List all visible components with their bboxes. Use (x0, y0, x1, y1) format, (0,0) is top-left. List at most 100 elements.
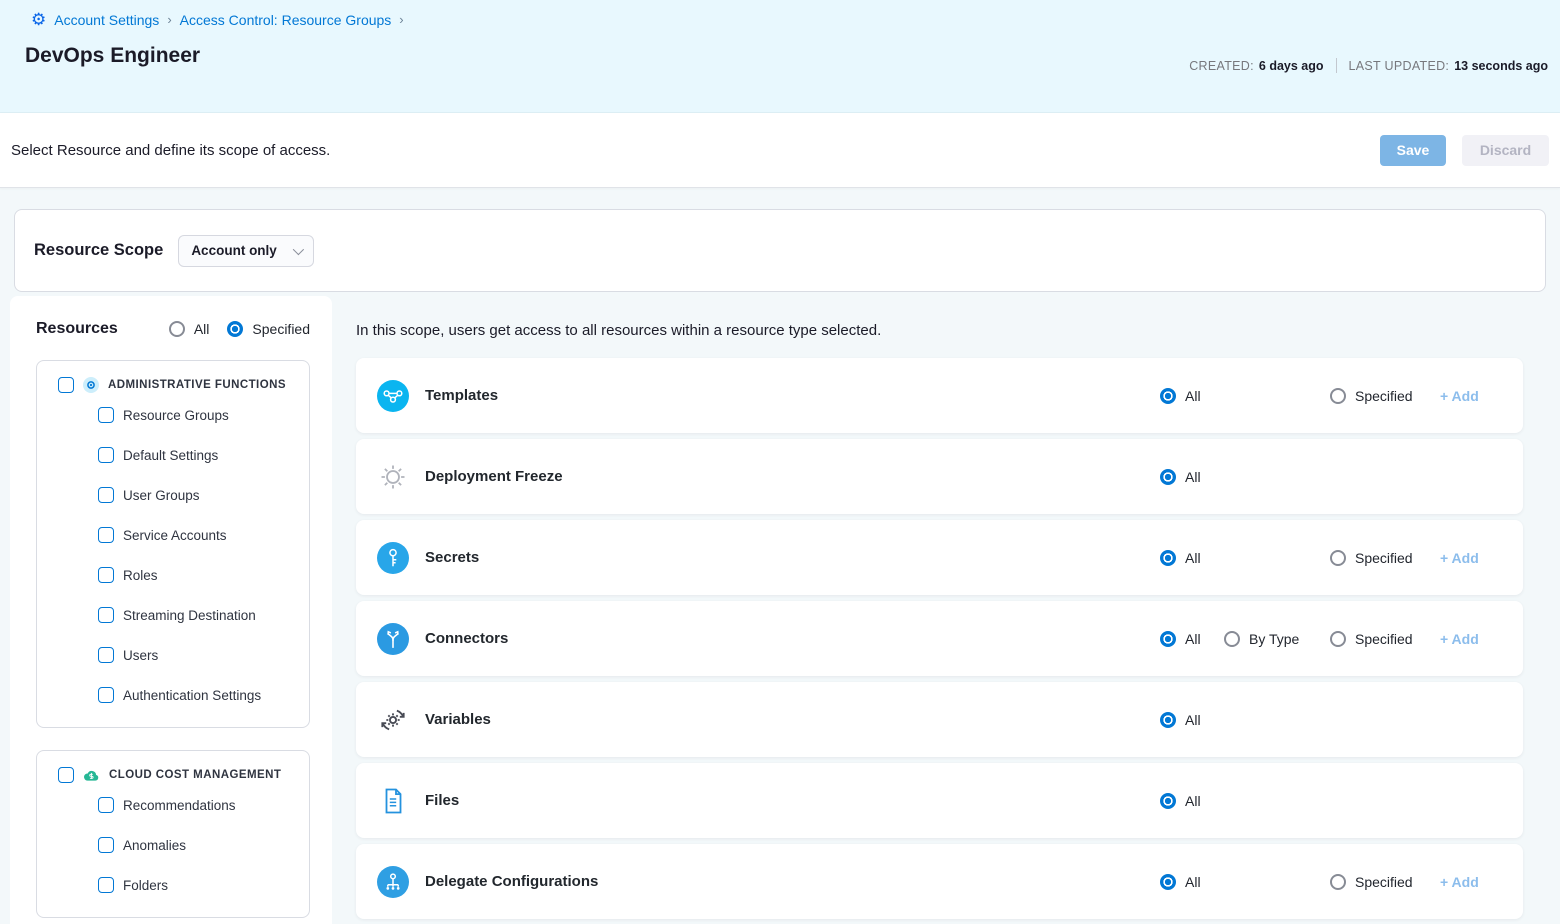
resource-type-anomalies[interactable]: Anomalies (37, 825, 309, 865)
radio-specified[interactable] (1330, 631, 1346, 647)
resource-scope-select[interactable]: Account only (178, 235, 314, 267)
templates-icon (377, 380, 409, 412)
resource-type-resource-groups[interactable]: Resource Groups (37, 395, 309, 435)
option-all[interactable]: All (1160, 874, 1201, 890)
breadcrumb-link-account-settings[interactable]: Account Settings (54, 12, 159, 28)
resource-type-folders[interactable]: Folders (37, 865, 309, 905)
option-all[interactable]: All (1160, 469, 1201, 485)
radio-specified[interactable] (1330, 550, 1346, 566)
resource-type-checkbox[interactable] (98, 487, 114, 503)
resource-row-templates: Templates + Add AllSpecified (356, 358, 1523, 433)
radio-specified[interactable] (227, 321, 243, 337)
resource-row-deployment-freeze: Deployment Freeze All (356, 439, 1523, 514)
scope-description: In this scope, users get access to all r… (356, 320, 1523, 342)
resources-title: Resources (36, 320, 118, 338)
connectors-icon (377, 623, 409, 655)
option-all[interactable]: All (169, 321, 210, 337)
add-button[interactable]: + Add (1440, 874, 1479, 890)
content-area: Resource Scope Account only Resources Al… (0, 188, 1560, 924)
radio-all[interactable] (1160, 631, 1176, 647)
option-specified[interactable]: Specified (1330, 550, 1413, 566)
breadcrumb: ⚙ Account Settings›Access Control: Resou… (0, 0, 1560, 28)
resource-type-user-groups[interactable]: User Groups (37, 475, 309, 515)
admin-functions-icon (83, 377, 99, 393)
resource-type-checkbox[interactable] (98, 527, 114, 543)
record-meta: CREATED: 6 days ago LAST UPDATED: 13 sec… (1189, 58, 1548, 73)
radio-all[interactable] (1160, 712, 1176, 728)
option-all[interactable]: All (1160, 550, 1201, 566)
radio-all[interactable] (1160, 874, 1176, 890)
radio-label: Specified (1355, 631, 1413, 647)
radio-all[interactable] (169, 321, 185, 337)
resource-type-default-settings[interactable]: Default Settings (37, 435, 309, 475)
instruction-text: Select Resource and define its scope of … (11, 142, 330, 159)
category-checkbox[interactable] (58, 377, 74, 393)
category-card-cloud-cost-management: CLOUD COST MANAGEMENT Recommendations An… (36, 750, 310, 918)
delegate-configurations-icon (377, 866, 409, 898)
radio-by-type[interactable] (1224, 631, 1240, 647)
radio-label: Specified (1355, 874, 1413, 890)
resource-type-checkbox[interactable] (98, 447, 114, 463)
resource-type-checkbox[interactable] (98, 837, 114, 853)
resource-scope-label: Resource Scope (34, 241, 163, 260)
resource-row-variables: Variables All (356, 682, 1523, 757)
radio-label: All (1185, 712, 1201, 728)
resource-row-secrets: Secrets + Add AllSpecified (356, 520, 1523, 595)
radio-label: All (1185, 388, 1201, 404)
radio-label: Specified (252, 321, 310, 337)
radio-all[interactable] (1160, 793, 1176, 809)
option-specified[interactable]: Specified (1330, 874, 1413, 890)
chevron-down-icon (293, 243, 304, 254)
radio-all[interactable] (1160, 388, 1176, 404)
category-label: CLOUD COST MANAGEMENT (109, 769, 281, 781)
option-all[interactable]: All (1160, 793, 1201, 809)
add-button[interactable]: + Add (1440, 388, 1479, 404)
resource-type-checkbox[interactable] (98, 687, 114, 703)
breadcrumb-separator-icon: › (399, 12, 403, 27)
resource-type-streaming-destination[interactable]: Streaming Destination (37, 595, 309, 635)
cloud-cost-icon (83, 768, 100, 783)
resource-type-checkbox[interactable] (98, 567, 114, 583)
resource-type-checkbox[interactable] (98, 607, 114, 623)
category-checkbox[interactable] (58, 767, 74, 783)
option-specified[interactable]: Specified (227, 321, 310, 337)
breadcrumb-separator-icon: › (167, 12, 171, 27)
resource-type-recommendations[interactable]: Recommendations (37, 785, 309, 825)
resource-type-checkbox[interactable] (98, 877, 114, 893)
save-button[interactable]: Save (1380, 135, 1446, 166)
radio-specified[interactable] (1330, 388, 1346, 404)
resource-type-service-accounts[interactable]: Service Accounts (37, 515, 309, 555)
resource-type-checkbox[interactable] (98, 797, 114, 813)
created-label: CREATED: (1189, 59, 1254, 73)
radio-label: All (1185, 793, 1201, 809)
add-button[interactable]: + Add (1440, 550, 1479, 566)
option-by-type[interactable]: By Type (1224, 631, 1299, 647)
add-button[interactable]: + Add (1440, 631, 1479, 647)
resource-type-checkbox[interactable] (98, 647, 114, 663)
resource-type-checkbox[interactable] (98, 407, 114, 423)
radio-all[interactable] (1160, 469, 1176, 485)
resource-scope-value: Account only (191, 243, 277, 258)
files-icon (377, 785, 409, 817)
page-header: ⚙ Account Settings›Access Control: Resou… (0, 0, 1560, 113)
option-all[interactable]: All (1160, 631, 1201, 647)
breadcrumb-link-access-control-resource-groups[interactable]: Access Control: Resource Groups (180, 12, 392, 28)
resource-type-authentication-settings[interactable]: Authentication Settings (37, 675, 309, 715)
discard-button[interactable]: Discard (1462, 135, 1549, 166)
radio-specified[interactable] (1330, 874, 1346, 890)
radio-all[interactable] (1160, 550, 1176, 566)
radio-label: All (1185, 469, 1201, 485)
option-all[interactable]: All (1160, 712, 1201, 728)
option-all[interactable]: All (1160, 388, 1201, 404)
option-specified[interactable]: Specified (1330, 631, 1413, 647)
option-specified[interactable]: Specified (1330, 388, 1413, 404)
category-label: ADMINISTRATIVE FUNCTIONS (108, 379, 286, 391)
last-updated-value: 13 seconds ago (1454, 59, 1548, 73)
resource-type-users[interactable]: Users (37, 635, 309, 675)
resource-type-roles[interactable]: Roles (37, 555, 309, 595)
meta-divider (1336, 58, 1337, 73)
action-toolbar: Select Resource and define its scope of … (0, 113, 1560, 188)
created-value: 6 days ago (1259, 59, 1324, 73)
radio-label: Specified (1355, 388, 1413, 404)
resources-mode-radios: All Specified (169, 321, 310, 337)
